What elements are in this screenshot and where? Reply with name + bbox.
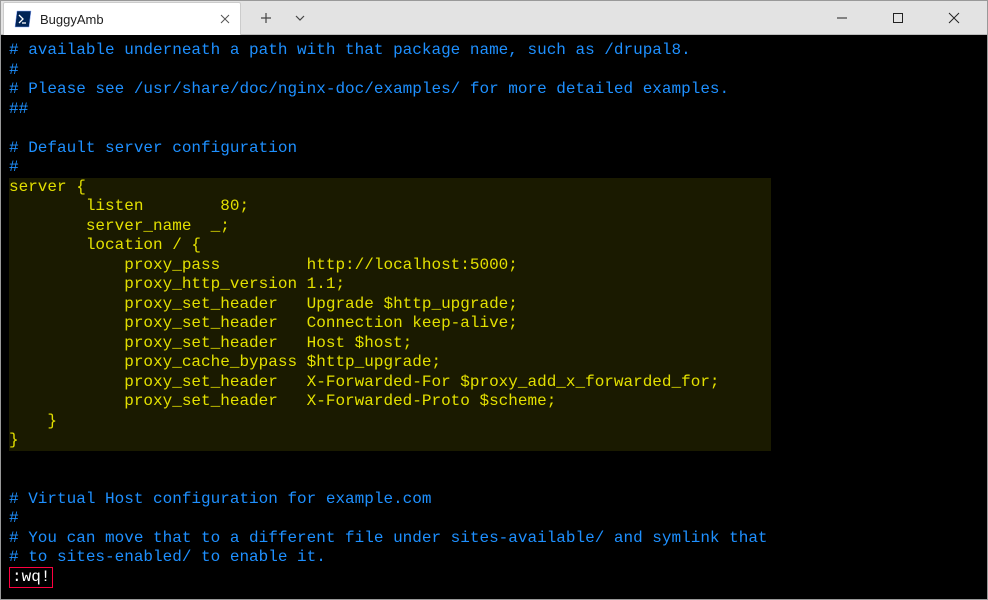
code-line: proxy_set_header X-Forwarded-For $proxy_… <box>9 373 771 393</box>
code-line: server { <box>9 178 771 198</box>
tab-dropdown-button[interactable] <box>283 1 317 35</box>
comment-line: # to sites-enabled/ to enable it. <box>9 548 326 566</box>
tab-title: BuggyAmb <box>40 12 230 27</box>
vim-command-line[interactable]: :wq! <box>9 567 53 589</box>
code-line: server_name _; <box>9 217 771 237</box>
code-line: proxy_pass http://localhost:5000; <box>9 256 771 276</box>
comment-line: # Default server configuration <box>9 139 297 157</box>
code-line: proxy_set_header Upgrade $http_upgrade; <box>9 295 771 315</box>
vim-command-text: :wq! <box>12 568 50 586</box>
code-line: proxy_cache_bypass $http_upgrade; <box>9 353 771 373</box>
code-line: } <box>9 412 771 432</box>
maximize-button[interactable] <box>877 3 919 33</box>
new-tab-button[interactable] <box>249 1 283 35</box>
tab-active[interactable]: BuggyAmb <box>3 2 241 35</box>
code-line: proxy_set_header X-Forwarded-Proto $sche… <box>9 392 771 412</box>
code-line: } <box>9 431 771 451</box>
comment-line: # <box>9 158 19 176</box>
tabs: BuggyAmb <box>1 1 241 35</box>
code-line: proxy_http_version 1.1; <box>9 275 771 295</box>
tab-close-button[interactable] <box>216 10 234 28</box>
app-window: BuggyAmb <box>0 0 988 600</box>
comment-line: # You can move that to a different file … <box>9 529 768 547</box>
window-controls <box>821 1 979 35</box>
comment-line: ## <box>9 100 28 118</box>
comment-line: # Please see /usr/share/doc/nginx-doc/ex… <box>9 80 729 98</box>
code-line: location / { <box>9 236 771 256</box>
comment-line: # available underneath a path with that … <box>9 41 691 59</box>
close-button[interactable] <box>933 3 975 33</box>
titlebar[interactable]: BuggyAmb <box>1 1 987 35</box>
comment-line: # <box>9 509 19 527</box>
minimize-button[interactable] <box>821 3 863 33</box>
code-line: proxy_set_header Connection keep-alive; <box>9 314 771 334</box>
code-line: listen 80; <box>9 197 771 217</box>
powershell-icon <box>14 10 32 28</box>
comment-line: # Virtual Host configuration for example… <box>9 490 431 508</box>
terminal[interactable]: # available underneath a path with that … <box>1 35 987 599</box>
comment-line: # <box>9 61 19 79</box>
code-line: proxy_set_header Host $host; <box>9 334 771 354</box>
tab-actions <box>241 1 317 35</box>
